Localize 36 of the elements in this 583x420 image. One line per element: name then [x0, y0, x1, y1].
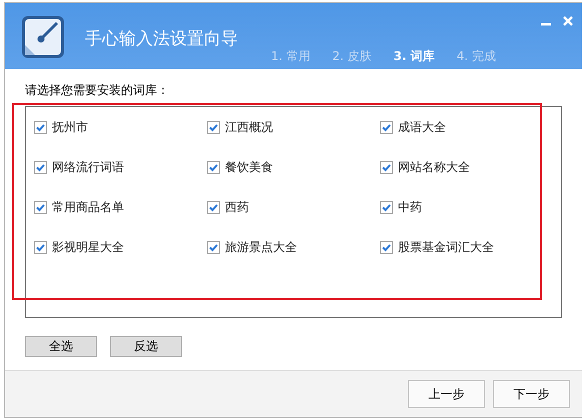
- checkbox-label[interactable]: 旅游景点大全: [225, 238, 297, 256]
- checkbox-label[interactable]: 成语大全: [398, 118, 446, 136]
- checkbox[interactable]: [207, 200, 220, 214]
- invert-selection-button[interactable]: 反选: [110, 336, 182, 357]
- checkbox-label[interactable]: 江西概况: [225, 118, 273, 136]
- checkbox-label[interactable]: 网络流行词语: [52, 158, 124, 176]
- wizard-step: 1. 常用: [271, 48, 310, 65]
- checkbox-label[interactable]: 常用商品名单: [52, 198, 124, 216]
- checkbox-label[interactable]: 西药: [225, 198, 249, 216]
- checkbox[interactable]: [207, 240, 220, 254]
- window-title: 手心输入法设置向导: [85, 28, 238, 50]
- next-button[interactable]: 下一步: [493, 380, 570, 408]
- select-all-button[interactable]: 全选: [25, 336, 97, 357]
- checkbox-label[interactable]: 影视明星大全: [52, 238, 124, 256]
- wizard-step: 3. 词库: [394, 48, 435, 65]
- checkbox[interactable]: [34, 200, 47, 214]
- back-button[interactable]: 上一步: [408, 380, 485, 408]
- checkbox[interactable]: [34, 160, 47, 174]
- checkbox[interactable]: [380, 160, 393, 174]
- wizard-step: 2. 皮肤: [332, 48, 372, 65]
- checkbox[interactable]: [380, 120, 393, 134]
- wizard-step: 4. 完成: [456, 48, 496, 65]
- checkbox[interactable]: [207, 120, 220, 134]
- close-icon[interactable]: [562, 15, 574, 27]
- app-logo-icon: [21, 15, 65, 59]
- checkbox[interactable]: [380, 240, 393, 254]
- checkbox-label[interactable]: 中药: [398, 198, 422, 216]
- checkbox-label[interactable]: 网站名称大全: [398, 158, 470, 176]
- checkbox[interactable]: [34, 120, 47, 134]
- checkbox[interactable]: [380, 200, 393, 214]
- checkbox-label[interactable]: 抚州市: [52, 118, 88, 136]
- checkbox-label[interactable]: 餐饮美食: [225, 158, 273, 176]
- checkbox[interactable]: [207, 160, 220, 174]
- instruction-text: 请选择您需要安装的词库：: [25, 82, 170, 99]
- checkbox[interactable]: [34, 240, 47, 254]
- checkbox-label[interactable]: 股票基金词汇大全: [398, 238, 494, 256]
